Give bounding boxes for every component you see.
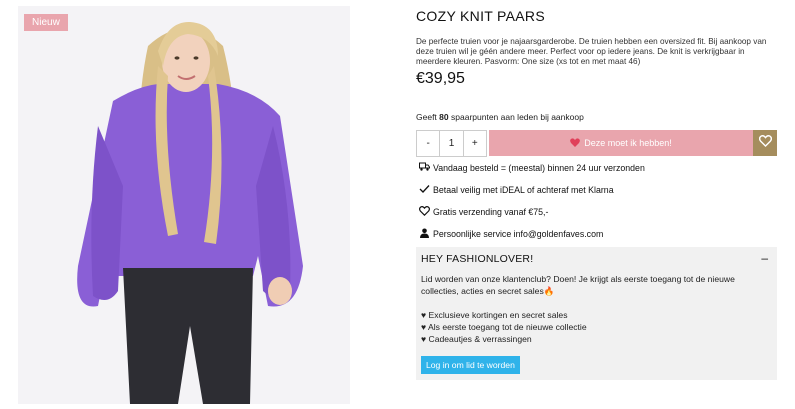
perk-item: ♥ Als eerste toegang tot de nieuwe colle…: [421, 322, 587, 332]
points-prefix: Geeft: [416, 112, 437, 122]
product-image[interactable]: [18, 6, 350, 404]
usp-payment: Betaal veilig met iDEAL of achteraf met …: [419, 184, 614, 196]
usp-text: Gratis verzending vanaf €75,-: [433, 207, 549, 217]
qty-minus-button[interactable]: -: [417, 131, 439, 156]
login-join-button[interactable]: Log in om lid te worden: [421, 356, 520, 374]
product-title: COZY KNIT PAARS: [416, 8, 545, 24]
qty-input[interactable]: 1: [439, 131, 464, 156]
quantity-stepper: - 1 +: [416, 130, 487, 157]
heart-icon: [570, 137, 581, 149]
collapse-toggle[interactable]: –: [761, 251, 768, 265]
product-price: €39,95: [416, 70, 465, 87]
points-value: 80: [439, 112, 449, 122]
perk-item: ♥ Exclusieve kortingen en secret sales: [421, 310, 568, 320]
add-to-cart-label: Deze moet ik hebben!: [584, 138, 672, 148]
usp-free-shipping: Gratis verzending vanaf €75,-: [419, 206, 548, 218]
wishlist-button[interactable]: [753, 130, 777, 156]
usp-text: Betaal veilig met iDEAL of achteraf met …: [433, 185, 614, 195]
club-heading[interactable]: HEY FASHIONLOVER!: [421, 253, 533, 265]
product-description: De perfecte truien voor je najaarsgarder…: [416, 37, 767, 67]
add-to-cart-button[interactable]: Deze moet ik hebben!: [489, 130, 753, 156]
usp-text: Persoonlijke service info@goldenfaves.co…: [433, 229, 604, 239]
heart-outline-icon: [419, 206, 430, 218]
check-icon: [419, 184, 430, 196]
new-badge: Nieuw: [24, 14, 68, 31]
points-suffix: spaarpunten aan leden bij aankoop: [451, 112, 584, 122]
club-intro: Lid worden van onze klantenclub? Doen! J…: [421, 274, 735, 296]
perk-item: ♥ Cadeautjes & verrassingen: [421, 334, 532, 344]
user-icon: [419, 228, 430, 240]
usp-service: Persoonlijke service info@goldenfaves.co…: [419, 228, 603, 240]
loyalty-club-panel: HEY FASHIONLOVER! – Lid worden van onze …: [416, 247, 777, 380]
qty-plus-button[interactable]: +: [464, 131, 486, 156]
heart-outline-icon: [758, 134, 772, 152]
club-perks: ♥ Exclusieve kortingen en secret sales ♥…: [421, 309, 587, 345]
usp-text: Vandaag besteld = (meestal) binnen 24 uu…: [433, 163, 645, 173]
truck-icon: [419, 162, 430, 174]
loyalty-points: Geeft 80 spaarpunten aan leden bij aanko…: [416, 112, 584, 122]
usp-shipping: Vandaag besteld = (meestal) binnen 24 uu…: [419, 162, 645, 174]
